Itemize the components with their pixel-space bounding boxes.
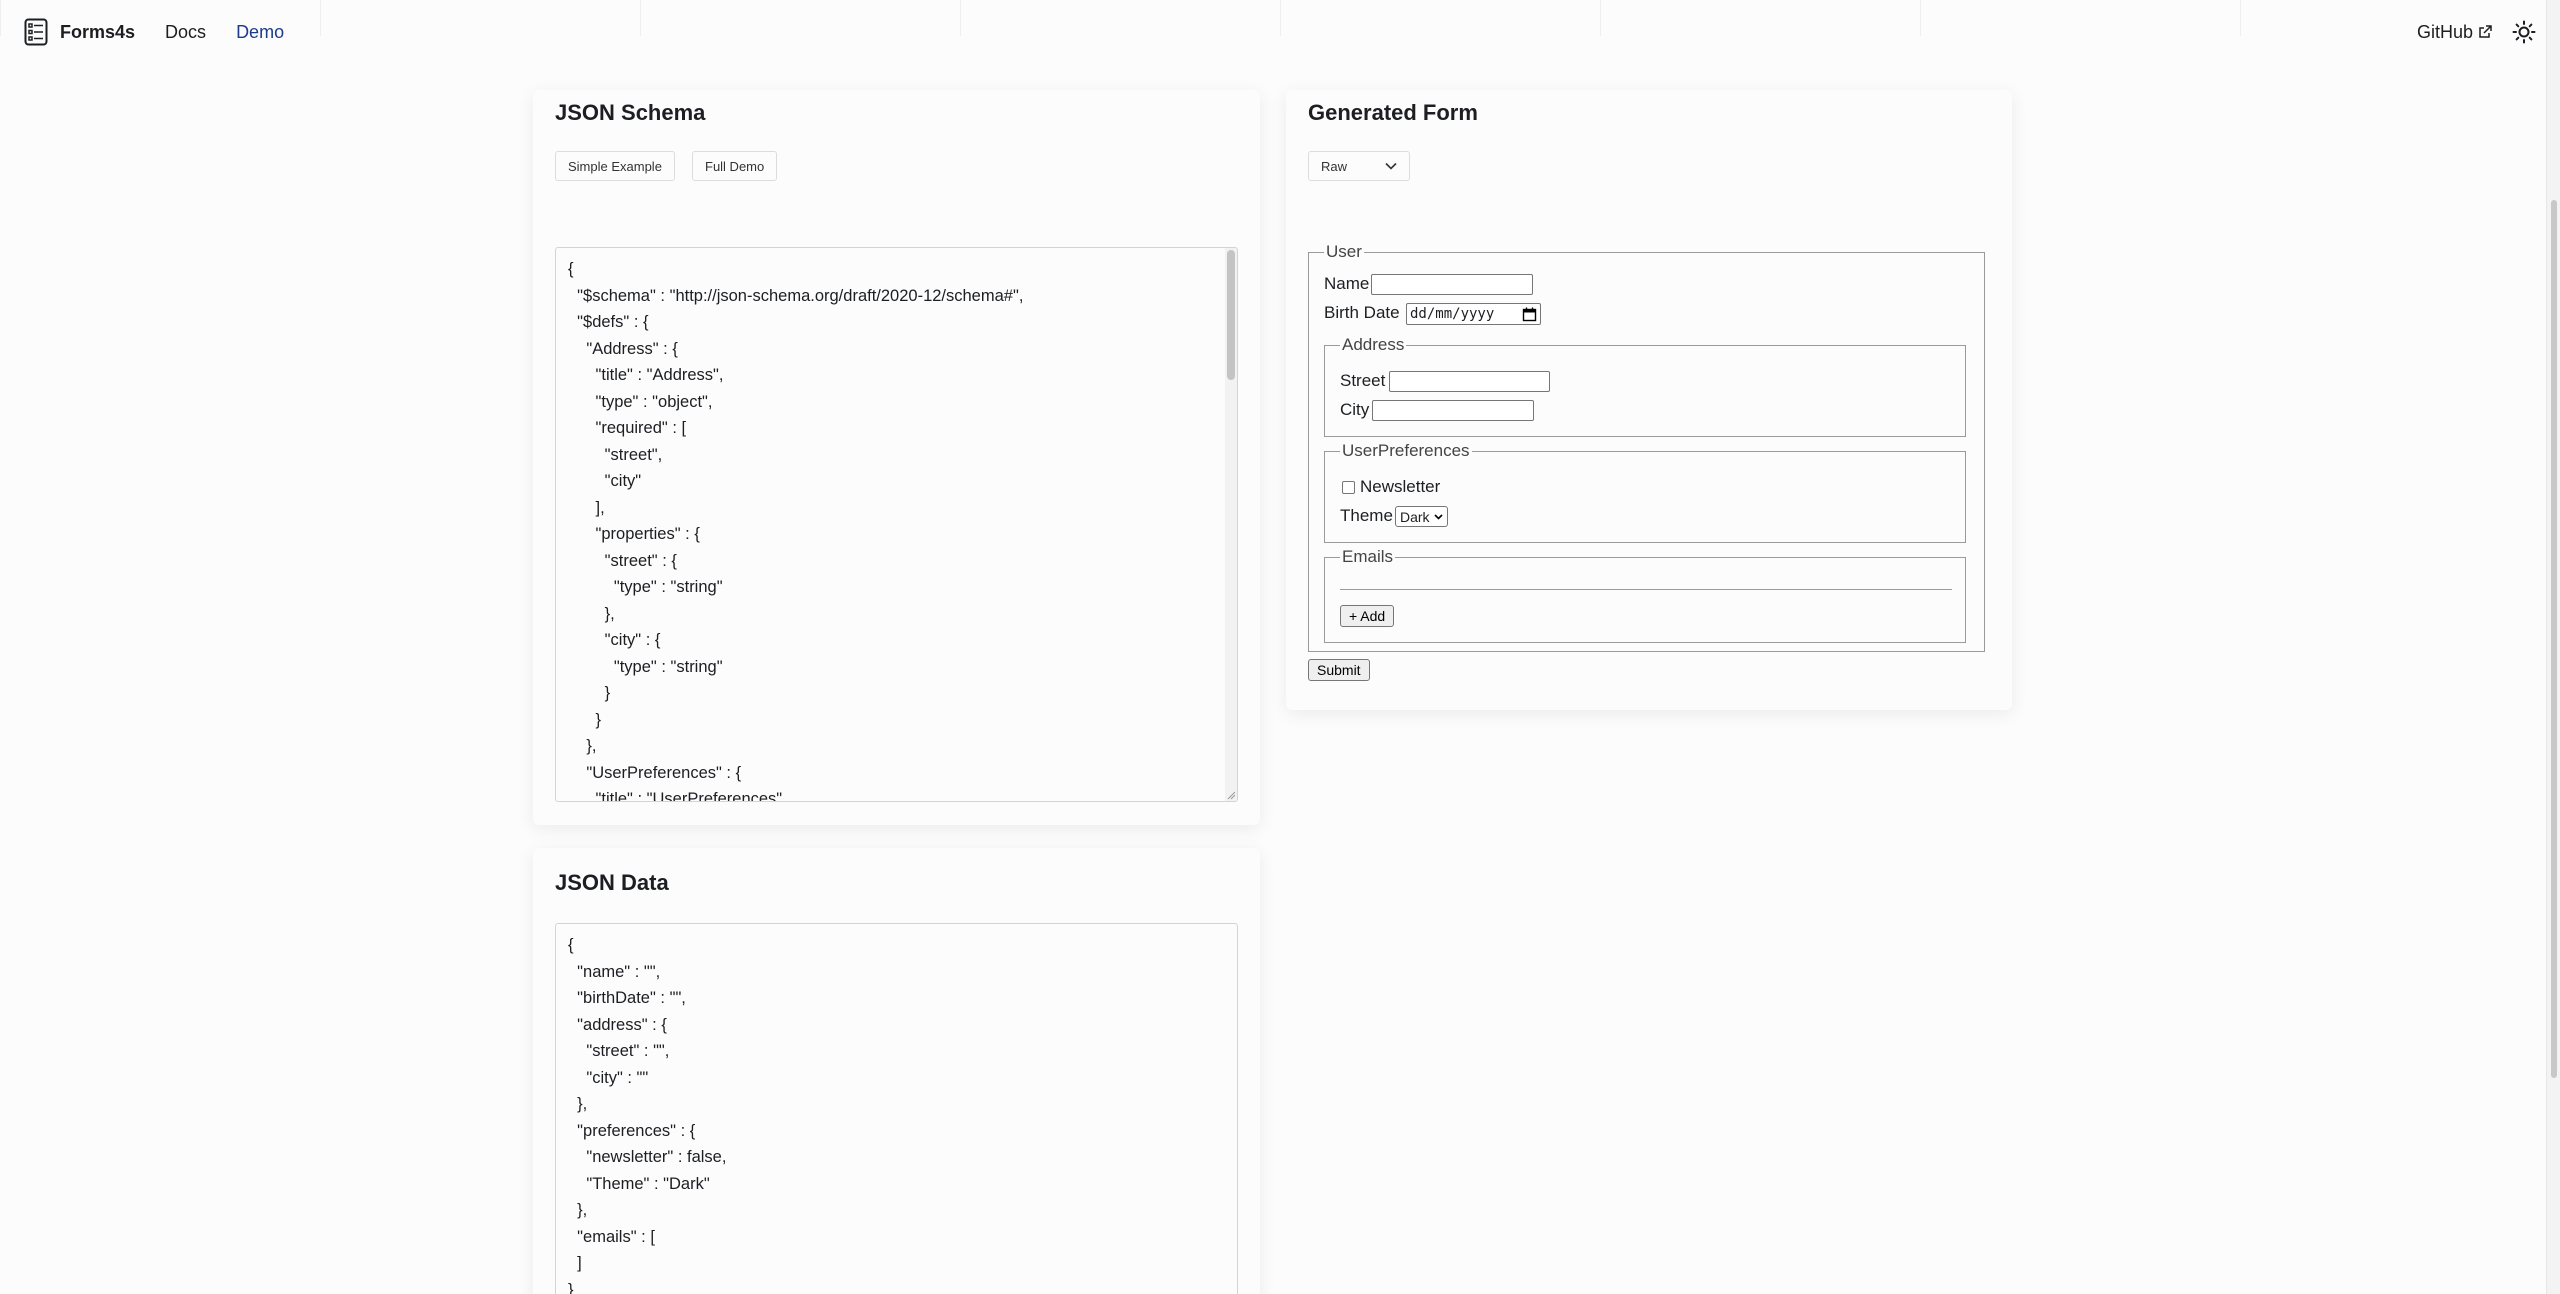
city-label: City (1340, 400, 1370, 419)
external-link-icon (2479, 25, 2492, 38)
brand-title: Forms4s (60, 21, 136, 42)
generated-form-card: Generated Form Raw User Name Birth Date … (1286, 90, 2012, 710)
json-data-editor[interactable]: { "name" : "", "birthDate" : "", "addres… (555, 923, 1238, 1294)
newsletter-checkbox[interactable] (1342, 481, 1355, 494)
theme-toggle-sun-icon[interactable] (2512, 20, 2536, 44)
code-line: "street" : "", (568, 1042, 670, 1060)
code-line: "properties" : { (568, 525, 700, 543)
code-line: "address" : { (568, 1015, 667, 1034)
chevron-down-icon (1385, 162, 1397, 170)
newsletter-label: Newsletter (1360, 477, 1441, 496)
address-legend: Address (1340, 334, 1407, 356)
emails-legend: Emails (1340, 546, 1396, 568)
emails-divider (1340, 589, 1952, 590)
code-line: "type" : "string" (568, 578, 723, 596)
submit-button[interactable]: Submit (1308, 659, 1370, 681)
code-line: "city" (568, 472, 642, 490)
code-line: "emails" : [ (568, 1227, 655, 1246)
brand[interactable]: Forms4s (24, 18, 135, 46)
code-line: "Theme" : "Dark" (568, 1174, 710, 1193)
code-line: { (568, 260, 574, 278)
code-line: "required" : [ (568, 419, 687, 437)
json-schema-editor[interactable]: { "$schema" : "http://json-schema.org/dr… (555, 247, 1238, 802)
page-scrollbar-track[interactable] (2546, 0, 2560, 1294)
code-line: "type" : "string" (568, 657, 723, 676)
theme-label: Theme (1340, 506, 1393, 525)
code-line: "title" : "UserPreferences", (568, 790, 787, 802)
code-line: "preferences" : { (568, 1121, 696, 1140)
user-fieldset: User Name Birth Date dd/mm/yyyy Address … (1308, 241, 1985, 652)
theme-select-value: Dark (1400, 508, 1430, 525)
json-data-card: JSON Data { "name" : "", "birthDate" : "… (533, 848, 1260, 1294)
code-line: }, (568, 737, 597, 755)
user-preferences-legend: UserPreferences (1340, 440, 1472, 462)
editor-scrollbar-thumb[interactable] (1227, 250, 1235, 380)
nav-link-docs[interactable]: Docs (165, 22, 206, 43)
birth-date-label: Birth Date (1324, 303, 1400, 322)
theme-select[interactable]: Dark (1395, 506, 1448, 527)
chevron-down-icon (1433, 513, 1443, 520)
code-line: "$schema" : "http://json-schema.org/draf… (568, 286, 1024, 305)
code-line: "Address" : { (568, 339, 678, 358)
date-placeholder: dd/mm/yyyy (1410, 306, 1495, 322)
github-link[interactable]: GitHub (2417, 22, 2492, 43)
add-email-button[interactable]: + Add (1340, 605, 1395, 627)
name-input[interactable] (1371, 274, 1533, 295)
json-schema-card: JSON Schema Simple Example Full Demo { "… (533, 90, 1260, 825)
json-data-title: JSON Data (555, 870, 669, 895)
nav-link-demo[interactable]: Demo (236, 22, 284, 43)
code-line: "newsletter" : false, (568, 1148, 727, 1166)
resize-handle-icon[interactable] (1226, 790, 1236, 800)
navbar-right: GitHub (2417, 20, 2536, 44)
form-logo-icon (24, 18, 48, 46)
street-label: Street (1340, 371, 1386, 390)
user-preferences-fieldset: UserPreferences Newsletter Theme Dark (1324, 440, 1966, 543)
code-line: "birthDate" : "", (568, 989, 686, 1007)
code-line: ] (568, 1254, 582, 1272)
full-demo-button[interactable]: Full Demo (692, 151, 778, 181)
code-line: "title" : "Address", (568, 366, 724, 384)
page-scrollbar-thumb[interactable] (2551, 200, 2557, 1078)
street-input[interactable] (1389, 371, 1550, 392)
generated-form-title: Generated Form (1308, 100, 1478, 125)
code-line: "name" : "", (568, 962, 661, 981)
emails-fieldset: Emails + Add (1324, 546, 1966, 643)
code-line: } (568, 710, 602, 729)
name-label: Name (1324, 274, 1370, 293)
code-line: } (568, 1280, 574, 1294)
code-line: "city" : "" (568, 1068, 649, 1087)
code-line: "city" : { (568, 631, 661, 649)
city-input[interactable] (1372, 400, 1534, 421)
birth-date-input[interactable]: dd/mm/yyyy (1406, 303, 1541, 325)
navbar-grid-decoration (0, 0, 2560, 36)
code-line: } (568, 684, 611, 702)
code-line: ], (568, 498, 605, 517)
user-legend: User (1324, 241, 1364, 263)
code-line: "street" : { (568, 551, 677, 570)
renderer-select[interactable]: Raw (1308, 151, 1410, 181)
simple-example-button[interactable]: Simple Example (555, 151, 675, 181)
navbar: Forms4s Docs Demo GitHub (0, 0, 2560, 64)
code-line: }, (568, 1095, 588, 1113)
code-line: "$defs" : { (568, 313, 649, 331)
github-label: GitHub (2416, 21, 2473, 42)
code-line: }, (568, 1201, 588, 1219)
code-line: "street", (568, 445, 663, 464)
code-line: "type" : "object", (568, 392, 713, 411)
code-line: { (568, 936, 574, 954)
code-line: "UserPreferences" : { (568, 763, 742, 782)
renderer-select-value: Raw (1321, 158, 1348, 174)
json-schema-title: JSON Schema (555, 100, 706, 125)
calendar-icon[interactable] (1522, 307, 1537, 322)
address-fieldset: Address Street City (1324, 334, 1966, 437)
code-line: }, (568, 604, 615, 623)
